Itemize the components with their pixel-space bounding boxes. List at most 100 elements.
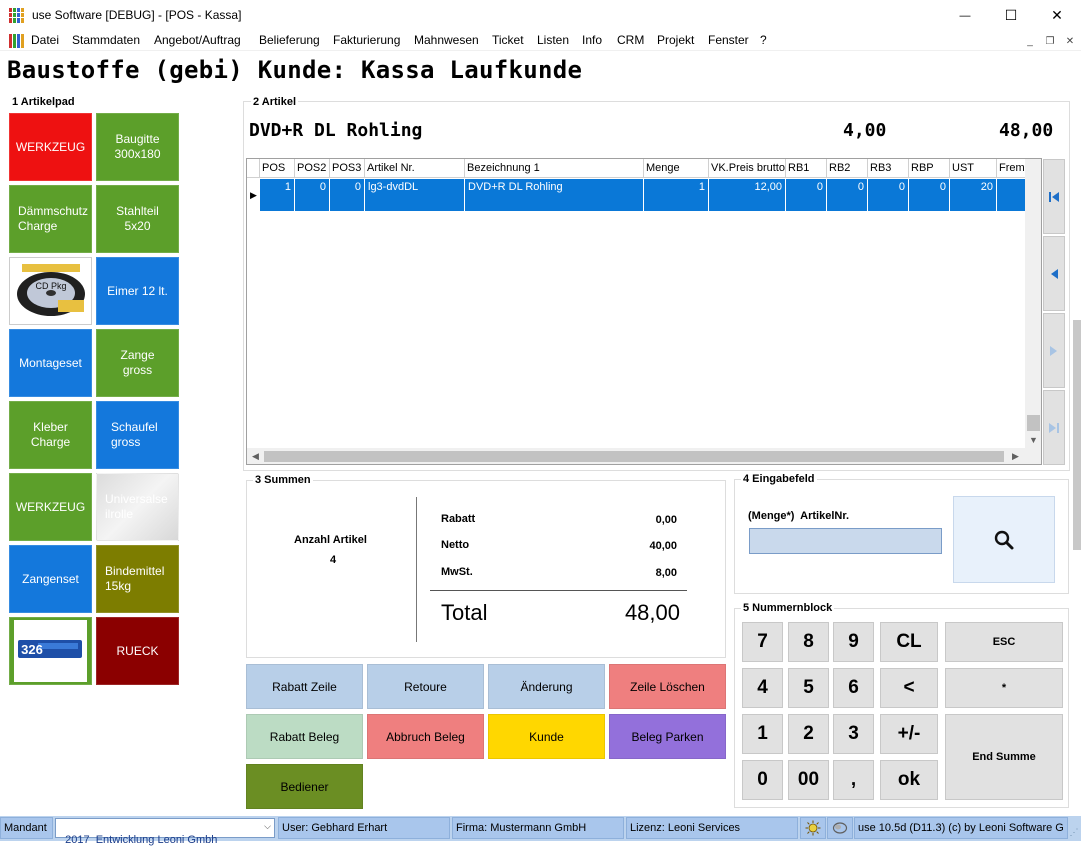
pad-button-daemmschutz[interactable]: Dämmschutz Charge [9,185,92,253]
scroll-left-icon[interactable]: ◀ [247,448,264,464]
pad-button-universalseilrolle[interactable]: Universalseilrolle [96,473,179,541]
notification-icon-cell[interactable] [800,817,826,839]
search-button[interactable] [953,496,1055,583]
rabatt-beleg-button[interactable]: Rabatt Beleg [246,714,363,759]
key-7[interactable]: 7 [742,622,783,662]
key-2[interactable]: 2 [788,714,829,754]
key-comma[interactable]: , [833,760,874,800]
key-0[interactable]: 0 [742,760,783,800]
menu-belieferung[interactable]: Belieferung [259,33,320,47]
menu-projekt[interactable]: Projekt [657,33,694,47]
key-00[interactable]: 00 [788,760,829,800]
col-header[interactable]: Artikel Nr. [365,159,465,178]
table-cell[interactable]: 20 [950,179,997,211]
end-summe-button[interactable]: End Summe [945,714,1063,800]
pad-button-bindemittel[interactable]: Bindemittel 15kg [96,545,179,613]
col-header[interactable]: RBP [909,159,950,178]
esc-button[interactable]: ESC [945,622,1063,662]
key-9[interactable]: 9 [833,622,874,662]
key-cl[interactable]: CL [880,622,938,662]
aenderung-button[interactable]: Änderung [488,664,605,709]
sync-icon-cell[interactable] [827,817,853,839]
menu-stammdaten[interactable]: Stammdaten [72,33,140,47]
key-3[interactable]: 3 [833,714,874,754]
bediener-button[interactable]: Bediener [246,764,363,809]
pad-button-zangenset[interactable]: Zangenset [9,545,92,613]
abbruch-beleg-button[interactable]: Abbruch Beleg [367,714,484,759]
col-header[interactable]: Bezeichnung 1 [465,159,644,178]
key-backspace[interactable]: < [880,668,938,708]
kunde-button[interactable]: Kunde [488,714,605,759]
artikelnr-input[interactable] [749,528,942,554]
menu-info[interactable]: Info [582,33,602,47]
table-cell[interactable]: lg3-dvdDL [365,179,465,211]
table-cell[interactable]: 12,00 [709,179,786,211]
scroll-right-icon[interactable]: ▶ [1007,448,1024,464]
nav-prev-button[interactable] [1043,236,1065,311]
article-grid[interactable]: POS POS2 POS3 Artikel Nr. Bezeichnung 1 … [246,158,1042,465]
nav-first-button[interactable] [1043,159,1065,234]
menu-mahnwesen[interactable]: Mahnwesen [414,33,479,47]
pad-button-eimer[interactable]: Eimer 12 lt. [96,257,179,325]
menu-fakturierung[interactable]: Fakturierung [333,33,400,47]
pad-button-rueck[interactable]: RUECK [96,617,179,685]
pad-button-werkzeug[interactable]: WERKZEUG [9,113,92,181]
pad-button-toner[interactable]: 326 [9,617,92,685]
col-header[interactable]: Frem [997,159,1027,178]
pad-button-cd[interactable]: CD Pkg [9,257,92,325]
mandant-select[interactable]: 2017 Entwicklung Leoni Gmbh ⌵ [55,818,275,846]
minimize-button[interactable]: — [942,0,988,31]
key-8[interactable]: 8 [788,622,829,662]
menu-crm[interactable]: CRM [617,33,644,47]
col-header[interactable]: VK.Preis brutto [709,159,786,178]
mdi-minimize-button[interactable]: _ [1022,33,1038,49]
key-1[interactable]: 1 [742,714,783,754]
table-cell[interactable]: 0 [295,179,330,211]
col-header[interactable]: UST [950,159,997,178]
menu-listen[interactable]: Listen [537,33,569,47]
menu-help[interactable]: ? [760,33,767,47]
nav-last-button[interactable] [1043,390,1065,465]
col-header[interactable]: POS3 [330,159,365,178]
vertical-scrollbar[interactable]: ▼ [1025,159,1041,449]
zeile-loeschen-button[interactable]: Zeile Löschen [609,664,726,709]
retoure-button[interactable]: Retoure [367,664,484,709]
table-cell[interactable]: 0 [868,179,909,211]
table-cell[interactable]: 1 [644,179,709,211]
mdi-restore-button[interactable]: ❐ [1042,33,1058,49]
col-header[interactable]: RB3 [868,159,909,178]
scrollbar-thumb[interactable] [264,451,1004,462]
star-button[interactable]: * [945,668,1063,708]
scrollbar-thumb[interactable] [1027,415,1040,431]
pad-button-werkzeug-2[interactable]: WERKZEUG [9,473,92,541]
table-cell[interactable] [997,179,1027,211]
table-cell[interactable]: 0 [909,179,950,211]
pad-button-schaufel[interactable]: Schaufel gross [96,401,179,469]
table-cell[interactable]: 0 [330,179,365,211]
maximize-button[interactable]: ☐ [988,0,1034,31]
menu-angebot-auftrag[interactable]: Angebot/Auftrag [154,33,241,47]
scroll-down-icon[interactable]: ▼ [1025,431,1041,448]
table-cell[interactable]: 1 [260,179,295,211]
menu-datei[interactable]: Datei [31,33,59,47]
key-4[interactable]: 4 [742,668,783,708]
key-ok[interactable]: ok [880,760,938,800]
pad-button-montageset[interactable]: Montageset [9,329,92,397]
col-header[interactable]: RB1 [786,159,827,178]
mdi-close-button[interactable]: ✕ [1062,33,1078,49]
nav-next-button[interactable] [1043,313,1065,388]
table-cell[interactable]: 0 [827,179,868,211]
rabatt-zeile-button[interactable]: Rabatt Zeile [246,664,363,709]
resize-grip-icon[interactable]: ⋰ [1068,820,1080,838]
close-button[interactable]: ✕ [1034,0,1080,31]
pad-button-kleber[interactable]: Kleber Charge [9,401,92,469]
pad-button-baugitte[interactable]: Baugitte 300x180 [96,113,179,181]
table-cell[interactable]: 0 [786,179,827,211]
menu-ticket[interactable]: Ticket [492,33,524,47]
col-header[interactable]: POS [260,159,295,178]
key-plus-minus[interactable]: +/- [880,714,938,754]
outer-scrollbar-thumb[interactable] [1073,320,1081,550]
pad-button-stahlteil[interactable]: Stahlteil 5x20 [96,185,179,253]
key-6[interactable]: 6 [833,668,874,708]
menu-fenster[interactable]: Fenster [708,33,749,47]
